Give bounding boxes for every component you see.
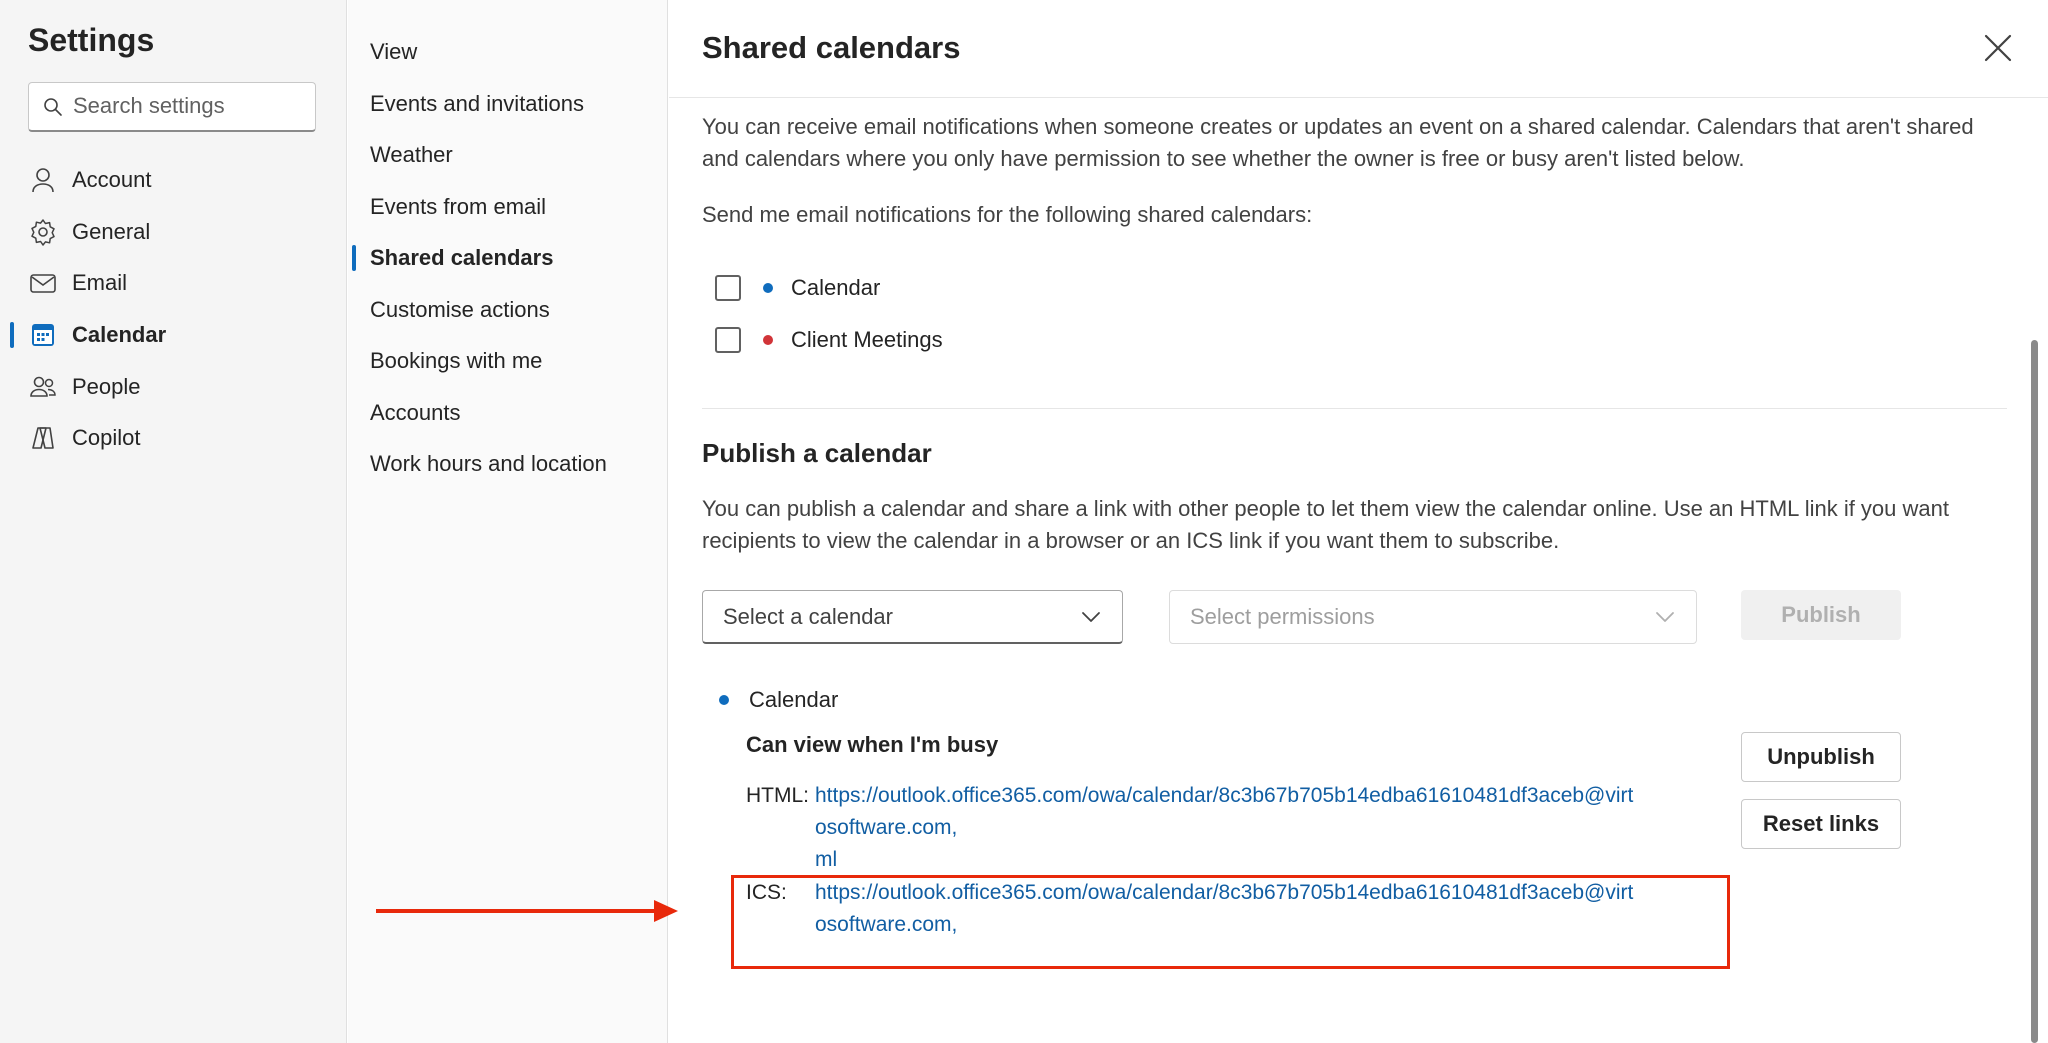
arrow-right-icon: [376, 900, 678, 922]
permission-label: Can view when I'm busy: [746, 732, 999, 757]
subnav-item-shared-calendars[interactable]: Shared calendars: [370, 238, 553, 278]
gear-icon: [28, 217, 58, 247]
nav-item-people[interactable]: People: [28, 365, 328, 409]
client-meetings-checkbox[interactable]: [715, 327, 741, 353]
nav-item-calendar[interactable]: Calendar: [28, 313, 328, 357]
content-header: Shared calendars: [669, 0, 2048, 98]
calendar-color-dot: [763, 335, 773, 345]
calendar-name: Client Meetings: [791, 327, 943, 352]
nav-label: Email: [72, 270, 128, 295]
publish-desc-line2: recipients to view the calendar in a bro…: [702, 528, 1560, 553]
nav-item-copilot[interactable]: Copilot: [28, 416, 328, 460]
nav-label: People: [72, 374, 141, 399]
subnav-item-customise-actions[interactable]: Customise actions: [370, 290, 550, 330]
select-permissions-dropdown[interactable]: Select permissions: [1169, 590, 1697, 644]
subnav-item-work-hours[interactable]: Work hours and location: [370, 444, 607, 484]
html-link-line1[interactable]: https://outlook.office365.com/owa/calend…: [815, 780, 1695, 812]
nav-item-email[interactable]: Email: [28, 261, 328, 305]
settings-nav: Settings Account General Email Calendar: [0, 0, 347, 1043]
calendar-icon: [28, 320, 58, 350]
intro-text-line2: and calendars where you only have permis…: [702, 146, 1745, 171]
unpublish-button[interactable]: Unpublish: [1741, 732, 1901, 782]
notify-label: Send me email notifications for the foll…: [702, 202, 1313, 227]
people-icon: [28, 372, 58, 402]
nav-item-general[interactable]: General: [28, 210, 328, 254]
calendar-settings-nav: View Events and invitations Weather Even…: [348, 0, 668, 1043]
publish-section-title: Publish a calendar: [702, 438, 932, 468]
select-permissions-value: Select permissions: [1190, 604, 1375, 629]
published-calendar-row: Calendar: [719, 682, 838, 718]
subnav-item-events-invitations[interactable]: Events and invitations: [370, 84, 584, 124]
publish-desc-line1: You can publish a calendar and share a l…: [702, 496, 1949, 521]
html-label: HTML:: [746, 784, 809, 807]
shared-calendar-row: Calendar: [715, 270, 880, 306]
scrollbar-thumb[interactable]: [2031, 340, 2038, 1043]
html-link-line2[interactable]: osoftware.com,: [815, 812, 1695, 844]
publish-button[interactable]: Publish: [1741, 590, 1901, 640]
search-box[interactable]: [28, 82, 316, 132]
chevron-down-icon: [1082, 612, 1100, 622]
subnav-item-accounts[interactable]: Accounts: [370, 393, 461, 433]
nav-label: Calendar: [72, 322, 167, 347]
copilot-icon: [28, 423, 58, 453]
ics-highlight-box: [731, 875, 1730, 969]
nav-label: Copilot: [72, 425, 141, 450]
intro-text-line1: You can receive email notifications when…: [702, 114, 1974, 139]
subnav-item-weather[interactable]: Weather: [370, 135, 453, 175]
calendar-color-dot: [763, 283, 773, 293]
select-calendar-dropdown[interactable]: Select a calendar: [702, 590, 1123, 644]
subnav-item-bookings[interactable]: Bookings with me: [370, 341, 542, 381]
close-icon: [1984, 34, 2012, 62]
subnav-item-view[interactable]: View: [370, 32, 417, 72]
shared-calendar-row: Client Meetings: [715, 322, 943, 358]
calendar-color-dot: [719, 695, 729, 705]
nav-label: General: [72, 219, 151, 244]
nav-active-indicator: [10, 322, 14, 348]
mail-icon: [28, 268, 58, 298]
select-calendar-value: Select a calendar: [723, 603, 893, 629]
subnav-active-indicator: [352, 245, 356, 271]
chevron-down-icon: [1656, 612, 1674, 622]
close-button[interactable]: [1980, 30, 2016, 66]
nav-item-account[interactable]: Account: [28, 158, 328, 202]
person-icon: [28, 165, 58, 195]
html-link-line3[interactable]: ml: [815, 844, 1695, 876]
subnav-item-events-from-email[interactable]: Events from email: [370, 187, 546, 227]
reset-links-button[interactable]: Reset links: [1741, 799, 1901, 849]
nav-label: Account: [72, 167, 152, 192]
page-title: Shared calendars: [702, 30, 961, 65]
settings-title: Settings: [28, 22, 155, 58]
published-calendar-name: Calendar: [749, 687, 839, 712]
search-icon: [44, 98, 62, 116]
search-input[interactable]: [73, 83, 309, 129]
calendar-checkbox[interactable]: [715, 275, 741, 301]
section-divider: [702, 408, 2007, 409]
calendar-name: Calendar: [791, 275, 881, 300]
